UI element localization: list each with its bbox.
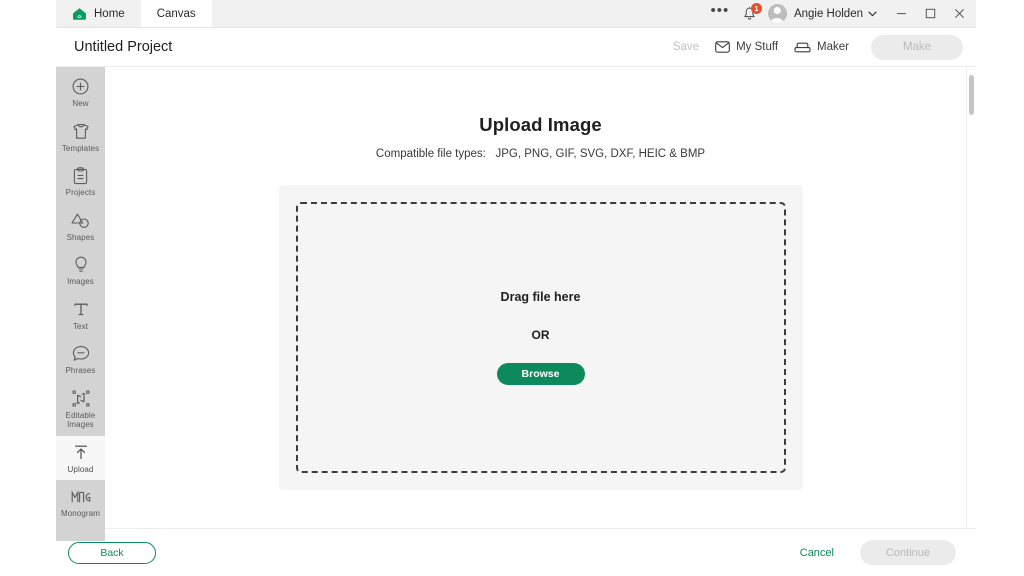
save-button[interactable]: Save — [673, 41, 699, 53]
tabstrip-spacer — [212, 0, 705, 27]
main-panel: Upload Image Compatible file types: JPG,… — [105, 67, 976, 528]
my-stuff-label: My Stuff — [736, 41, 778, 53]
save-label: Save — [673, 41, 699, 53]
drag-file-label: Drag file here — [501, 290, 581, 304]
sidebar-item-editable-images-label: Editable Images — [56, 411, 105, 430]
minimize-button[interactable] — [887, 0, 916, 28]
browse-button[interactable]: Browse — [497, 363, 585, 385]
cricut-logo-icon — [72, 7, 87, 21]
maximize-button[interactable] — [916, 0, 945, 28]
minimize-icon — [896, 8, 907, 19]
monogram-icon — [71, 487, 91, 506]
cricut-design-space-window: Home Canvas ••• 1 Angie Holden — [56, 0, 976, 576]
sidebar-item-editable-images[interactable]: Editable Images — [56, 382, 105, 436]
tab-home-label: Home — [94, 8, 125, 20]
tab-canvas[interactable]: Canvas — [141, 0, 212, 27]
compatible-label: Compatible file types: — [376, 148, 486, 160]
sidebar-item-text-label: Text — [73, 322, 88, 332]
back-button[interactable]: Back — [68, 542, 156, 564]
close-button[interactable] — [945, 0, 974, 28]
lightbulb-icon — [74, 255, 88, 274]
upload-header: Upload Image Compatible file types: JPG,… — [105, 67, 976, 160]
notification-badge: 1 — [751, 3, 762, 14]
close-icon — [954, 8, 965, 19]
sidebar-item-upload-label: Upload — [68, 465, 94, 475]
left-sidebar: New Templates — [56, 67, 105, 541]
maximize-icon — [925, 8, 936, 19]
upload-panel: Upload Image Compatible file types: JPG,… — [105, 67, 976, 528]
my-stuff-button[interactable]: My Stuff — [715, 41, 778, 53]
sidebar-item-images[interactable]: Images — [56, 248, 105, 293]
sidebar-item-projects-label: Projects — [66, 188, 96, 198]
sidebar-item-text[interactable]: Text — [56, 293, 105, 338]
make-button[interactable]: Make — [871, 35, 963, 60]
sidebar-item-phrases[interactable]: Phrases — [56, 337, 105, 382]
sidebar-item-templates[interactable]: Templates — [56, 115, 105, 160]
project-bar: Untitled Project Save My Stuff Maker — [56, 28, 976, 67]
tabstrip-right-controls: ••• 1 Angie Holden — [705, 0, 976, 27]
compatible-file-types: Compatible file types: JPG, PNG, GIF, SV… — [105, 148, 976, 160]
scrollbar-thumb[interactable] — [969, 75, 974, 115]
file-dropzone[interactable]: Drag file here OR Browse — [296, 202, 786, 473]
clipboard-icon — [73, 166, 88, 185]
cutting-machine-icon — [794, 42, 811, 53]
project-title[interactable]: Untitled Project — [74, 39, 172, 55]
account-menu[interactable]: Angie Holden — [794, 8, 887, 20]
upload-card: Drag file here OR Browse — [279, 185, 803, 490]
plus-circle-icon — [72, 77, 89, 96]
sidebar-item-templates-label: Templates — [62, 144, 99, 154]
sidebar-item-new-label: New — [72, 99, 88, 109]
sidebar-item-projects[interactable]: Projects — [56, 159, 105, 204]
sidebar-item-images-label: Images — [67, 277, 94, 287]
shapes-icon — [71, 211, 90, 230]
sidebar-item-new[interactable]: New — [56, 70, 105, 115]
sidebar-item-shapes-label: Shapes — [67, 233, 95, 243]
project-bar-actions: Save My Stuff Maker Make — [673, 35, 963, 60]
app-body: New Templates — [56, 67, 976, 528]
sidebar-item-phrases-label: Phrases — [65, 366, 95, 376]
avatar[interactable] — [768, 4, 787, 23]
window-controls — [887, 0, 974, 28]
sidebar-item-shapes[interactable]: Shapes — [56, 204, 105, 249]
editable-images-icon — [72, 389, 90, 408]
window-tabstrip: Home Canvas ••• 1 Angie Holden — [56, 0, 976, 28]
tshirt-icon — [72, 122, 90, 141]
continue-button[interactable]: Continue — [860, 540, 956, 565]
account-name-label: Angie Holden — [794, 8, 863, 20]
sidebar-item-monogram[interactable]: Monogram — [56, 480, 105, 525]
speech-bubble-icon — [72, 344, 90, 363]
sidebar-item-upload[interactable]: Upload — [56, 436, 105, 481]
machine-selector-button[interactable]: Maker — [794, 41, 849, 53]
sidebar-item-monogram-label: Monogram — [61, 509, 100, 519]
tab-canvas-label: Canvas — [157, 8, 196, 20]
chevron-down-icon — [868, 11, 877, 17]
cancel-button[interactable]: Cancel — [800, 547, 834, 559]
upload-arrow-icon — [73, 443, 89, 462]
overflow-menu-icon[interactable]: ••• — [705, 0, 735, 28]
page-title: Upload Image — [105, 114, 976, 136]
footer-bar: Back Cancel Continue — [56, 528, 976, 576]
machine-label: Maker — [817, 41, 849, 53]
or-label: OR — [532, 328, 550, 342]
tab-home[interactable]: Home — [56, 0, 141, 27]
vertical-scrollbar[interactable] — [966, 67, 976, 528]
text-icon — [73, 300, 89, 319]
mail-tray-icon — [715, 41, 730, 53]
compatible-types: JPG, PNG, GIF, SVG, DXF, HEIC & BMP — [495, 148, 705, 160]
notifications-button[interactable]: 1 — [735, 0, 765, 28]
